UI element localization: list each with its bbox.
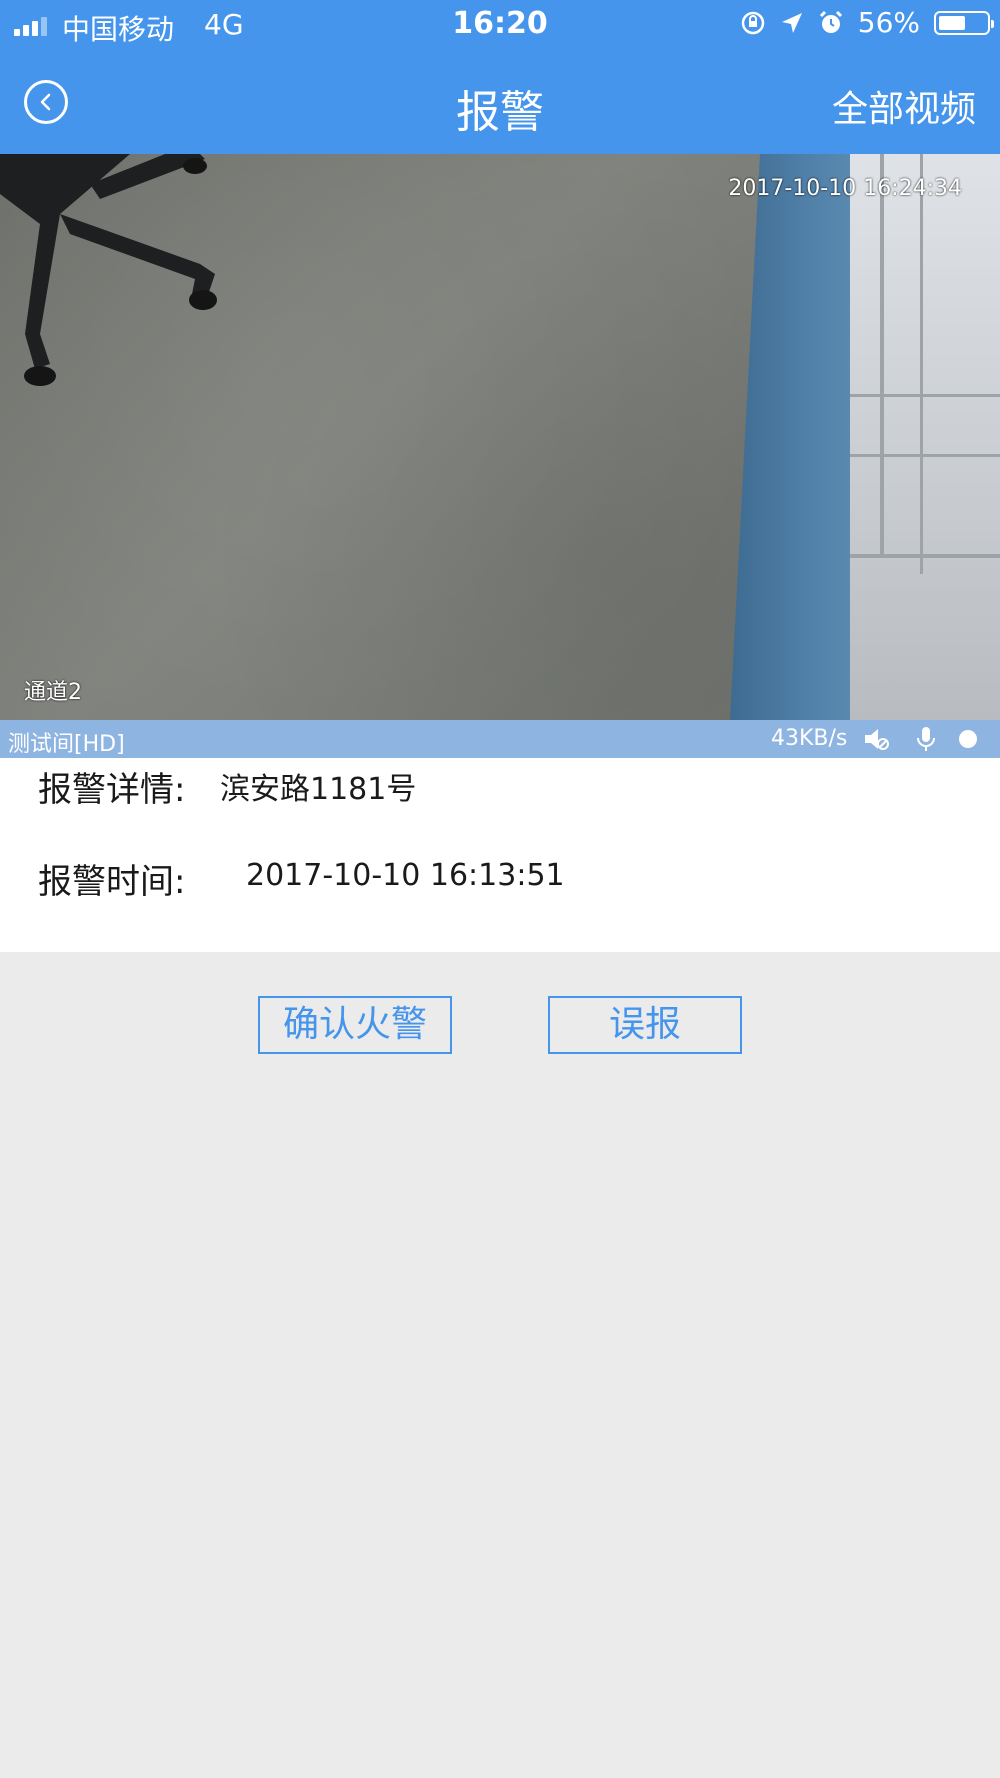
- all-videos-link[interactable]: 全部视频: [832, 80, 976, 132]
- video-player[interactable]: 2017-10-10 16:24:34 通道2: [0, 154, 1000, 720]
- confirm-fire-button[interactable]: 确认火警: [258, 996, 452, 1054]
- nav-bar: 报警 全部视频: [0, 50, 1000, 154]
- device-name: 测试间[HD]: [8, 732, 125, 757]
- alarm-time-value: 2017-10-10 16:13:51: [246, 858, 565, 893]
- location-icon: [781, 12, 802, 33]
- alarm-details: 报警详情: 滨安路1181号 报警时间: 2017-10-10 16:13:51: [0, 758, 1000, 952]
- battery-percent: 56%: [857, 6, 920, 39]
- stream-speed: 43KB/s: [771, 726, 848, 751]
- chair-legs-image: [0, 154, 217, 386]
- video-timestamp: 2017-10-10 16:24:34: [728, 176, 962, 201]
- battery-icon: [934, 10, 994, 35]
- shelf-image: [850, 154, 1000, 720]
- mute-icon[interactable]: [862, 725, 890, 753]
- alarm-detail-label: 报警详情:: [38, 770, 186, 810]
- alarm-detail-value: 滨安路1181号: [220, 772, 417, 807]
- record-icon[interactable]: [954, 725, 982, 753]
- orientation-lock-icon: [741, 11, 765, 34]
- video-info-bar: 测试间[HD] 43KB/s: [0, 720, 1000, 758]
- alarm-clock-icon: [819, 10, 842, 33]
- status-right: 56%: [740, 6, 994, 39]
- status-bar: 中国移动 4G 16:20 56%: [0, 0, 1000, 50]
- video-channel-label: 通道2: [24, 680, 82, 705]
- microphone-icon[interactable]: [912, 725, 940, 753]
- false-alarm-button[interactable]: 误报: [548, 996, 742, 1054]
- alarm-time-label: 报警时间:: [38, 862, 186, 902]
